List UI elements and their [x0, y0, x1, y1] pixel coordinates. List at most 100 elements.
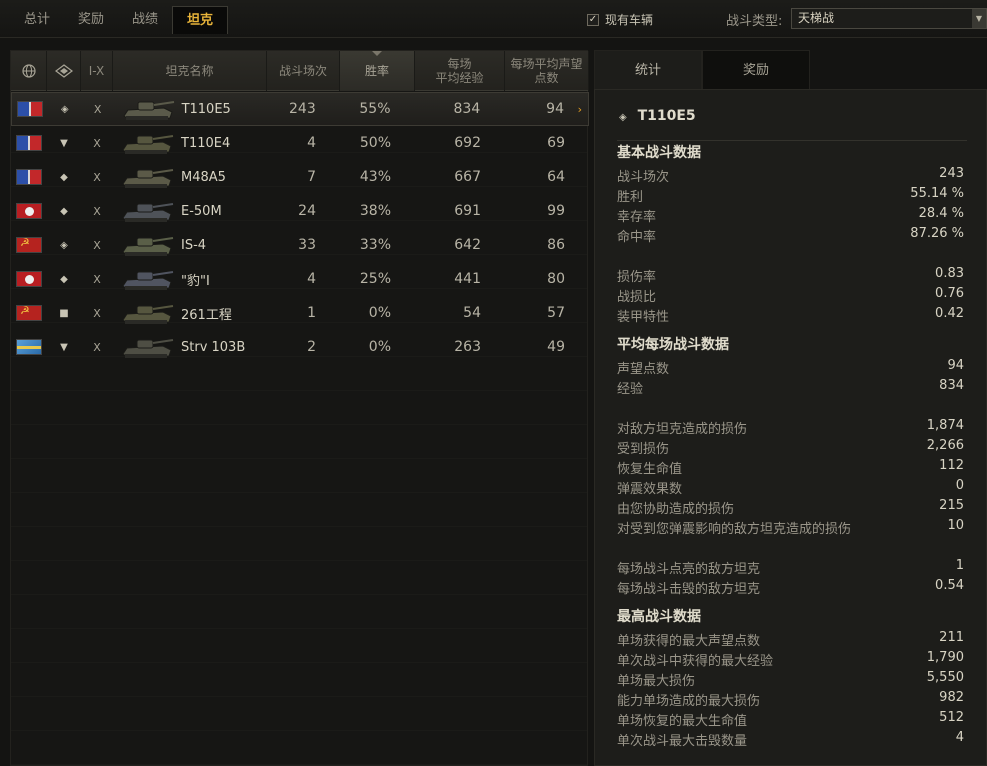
- avg-rep-cell: 49: [547, 339, 565, 355]
- stat-label: 恢复生命值: [617, 462, 683, 477]
- tank-name: 261工程: [181, 307, 232, 323]
- heavy-tank-icon: ◆: [60, 205, 68, 217]
- stat-label: 每场战斗击毁的敌方坦克: [617, 582, 761, 597]
- winrate-column-header[interactable]: 胜率: [340, 51, 415, 91]
- stat-row: 装甲特性 0.42: [617, 306, 964, 326]
- stat-value: 10: [947, 518, 964, 533]
- class-cell: ▼: [47, 330, 81, 364]
- tab-records[interactable]: 战绩: [118, 6, 172, 34]
- stat-value: 215: [939, 498, 964, 513]
- avg-rep-cell: 57: [547, 305, 565, 321]
- winrate-cell: 25%: [359, 271, 391, 287]
- stat-row: 损伤率 0.83: [617, 266, 964, 286]
- avg-exp-cell: 834: [453, 101, 481, 117]
- stat-row: 弹震效果数 0: [617, 478, 964, 498]
- tab-summary[interactable]: 总计: [10, 6, 64, 34]
- winrate-cell: 33%: [359, 237, 391, 253]
- spg-icon: ■: [59, 307, 69, 319]
- name-cell: T110E4: [113, 126, 267, 160]
- td-icon: ▼: [60, 341, 68, 353]
- avg-exp-cell: 263: [454, 339, 481, 355]
- tab-vehicle-awards[interactable]: 奖励: [702, 50, 810, 90]
- table-row[interactable]: ◆ X E-50M 24 38% 691 99: [11, 194, 589, 228]
- tank-name: E-50M: [181, 203, 222, 219]
- stat-value: 28.4 %: [918, 206, 964, 221]
- owned-vehicles-checkbox[interactable]: ✓: [587, 13, 599, 26]
- tank-name: T110E4: [181, 135, 231, 151]
- table-row[interactable]: ◆ X "豹"I 4 25% 441 80: [11, 262, 589, 296]
- avg-rep-cell: 80: [547, 271, 565, 287]
- name-column-header[interactable]: 坦克名称: [113, 51, 267, 91]
- name-cell: M48A5: [113, 160, 267, 194]
- stat-label: 幸存率: [617, 210, 657, 225]
- stat-label: 受到损伤: [617, 442, 670, 457]
- owned-vehicles-filter[interactable]: ✓ 现有车辆: [587, 11, 653, 28]
- winrate-cell: 38%: [359, 203, 391, 219]
- avg-exp-column-header[interactable]: 每场 平均经验: [415, 51, 505, 91]
- tier-cell: X: [93, 170, 101, 184]
- stat-label: 战损比: [617, 290, 657, 305]
- name-cell: Strv 103B: [113, 330, 267, 364]
- owned-vehicles-label: 现有车辆: [605, 13, 654, 27]
- stat-value: 834: [939, 378, 964, 393]
- tab-statistics[interactable]: 统计: [594, 50, 702, 90]
- stat-label: 每场战斗点亮的敌方坦克: [617, 562, 761, 577]
- tab-tanks[interactable]: 坦克: [172, 6, 229, 34]
- stat-label: 经验: [617, 382, 644, 397]
- tank-name: Strv 103B: [181, 339, 246, 355]
- stat-label: 胜利: [617, 190, 644, 205]
- name-cell: 261工程: [113, 296, 267, 330]
- nation-cell: [11, 126, 47, 160]
- table-row[interactable]: ■ X 261工程 1 0% 54 57: [11, 296, 589, 330]
- winrate-cell: 55%: [359, 101, 391, 117]
- chevron-down-icon[interactable]: ▼: [972, 9, 986, 28]
- stat-value: 2,266: [926, 438, 964, 453]
- battles-cell: 1: [307, 305, 316, 321]
- avg-rep-cell: 64: [547, 169, 565, 185]
- tier-cell: X: [93, 136, 101, 150]
- tab-awards[interactable]: 奖励: [64, 6, 118, 34]
- type-column-header[interactable]: [47, 51, 81, 91]
- stat-row: 受到损伤 2,266: [617, 438, 964, 458]
- stat-label: 损伤率: [617, 270, 657, 285]
- tier-cell: X: [93, 204, 101, 218]
- battles-cell: 24: [298, 203, 316, 219]
- battles-cell: 4: [307, 271, 316, 287]
- tank-image: [122, 305, 174, 324]
- avg-rep-cell: 69: [547, 135, 565, 151]
- battle-type-select[interactable]: 天梯战 ▼: [791, 8, 987, 29]
- section-title: 最高战斗数据: [617, 609, 701, 625]
- battle-type-label: 战斗类型:: [726, 14, 783, 29]
- avg-rep-column-header[interactable]: 每场平均声望 点数: [505, 51, 589, 91]
- tier-column-header[interactable]: I-X: [81, 51, 113, 91]
- stat-row: 幸存率 28.4 %: [617, 206, 964, 226]
- table-row[interactable]: ▼ X T110E4 4 50% 692 69: [11, 126, 589, 160]
- stat-label: 能力单场造成的最大损伤: [617, 694, 761, 709]
- tank-name: T110E5: [181, 101, 231, 117]
- nation-cell: [11, 330, 47, 364]
- stat-label: 弹震效果数: [617, 482, 683, 497]
- stat-row: 胜利 55.14 %: [617, 186, 964, 206]
- usa-flag-icon: [16, 101, 43, 117]
- avg-exp-cell: 667: [454, 169, 481, 185]
- class-cell: ◈: [47, 228, 81, 262]
- stat-row: 对敌方坦克造成的损伤 1,874: [617, 418, 964, 438]
- tank-image: [122, 169, 174, 188]
- tier-cell: X: [93, 238, 101, 252]
- class-cell: ■: [47, 296, 81, 330]
- section-title: 平均每场战斗数据: [617, 337, 729, 353]
- table-row[interactable]: ▼ X Strv 103B 2 0% 263 49: [11, 330, 589, 364]
- top-bar: 总计 奖励 战绩 坦克 ✓ 现有车辆 战斗类型: 天梯战 ▼: [0, 0, 987, 38]
- stat-row: 单场获得的最大声望点数 211: [617, 630, 964, 650]
- table-row[interactable]: ◆ X M48A5 7 43% 667 64: [11, 160, 589, 194]
- battles-cell: 33: [298, 237, 316, 253]
- name-cell: T110E5: [114, 92, 267, 126]
- tank-image: [122, 237, 174, 256]
- nation-column-header[interactable]: [11, 51, 47, 91]
- avg-exp-cell: 441: [454, 271, 481, 287]
- battles-column-header[interactable]: 战斗场次: [267, 51, 340, 91]
- stat-value: 1,790: [926, 650, 964, 665]
- table-row[interactable]: ◈ X IS-4 33 33% 642 86: [11, 228, 589, 262]
- divider: [617, 140, 967, 141]
- table-row[interactable]: ◈ X T110E5 243 55% 834 94 ›: [11, 92, 589, 126]
